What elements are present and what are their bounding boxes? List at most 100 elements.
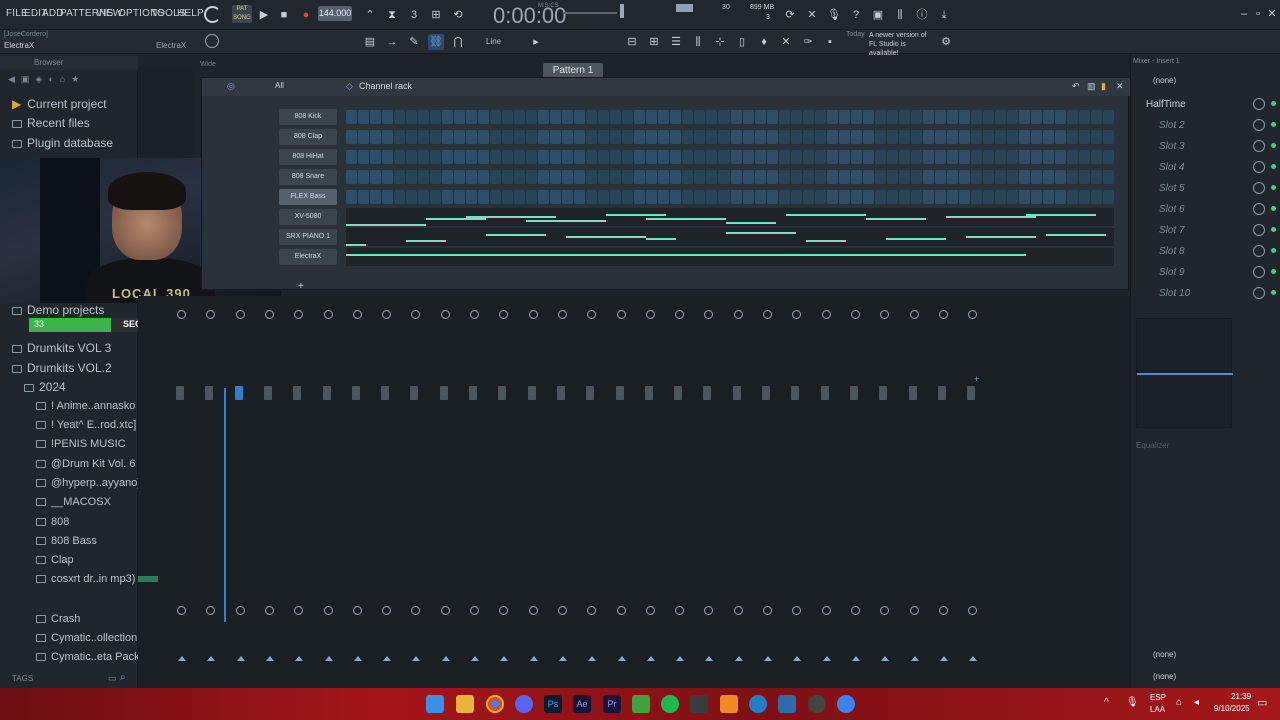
step-pad[interactable] (1006, 130, 1018, 144)
step-pad[interactable] (1090, 110, 1102, 124)
step-pad[interactable] (1018, 170, 1030, 184)
step-pad[interactable] (694, 190, 706, 204)
step-pad[interactable] (598, 150, 610, 164)
fader-handle[interactable] (937, 386, 946, 400)
fader-handle[interactable] (410, 386, 419, 400)
step-pad[interactable] (826, 150, 838, 164)
step-pad[interactable] (550, 150, 562, 164)
step-pad[interactable] (814, 150, 826, 164)
route-arrow[interactable] (207, 656, 216, 661)
step-pad[interactable] (910, 110, 922, 124)
network-icon[interactable]: ⌂ (1176, 697, 1182, 708)
browser-item[interactable]: Cymatic..eta Pack (36, 651, 140, 669)
step-pad[interactable] (766, 190, 778, 204)
step-pad[interactable] (790, 190, 802, 204)
send-knob[interactable] (264, 606, 274, 615)
step-pad[interactable] (430, 110, 442, 124)
pan-knob[interactable] (235, 310, 245, 319)
step-pad[interactable] (454, 130, 466, 144)
step-pad[interactable] (898, 130, 910, 144)
step-pad[interactable] (466, 110, 478, 124)
step-pad[interactable] (574, 150, 586, 164)
step-pad[interactable] (754, 150, 766, 164)
route-arrow[interactable] (412, 656, 421, 661)
rack-filter[interactable]: All (275, 81, 284, 90)
step-pad[interactable] (1042, 170, 1054, 184)
browser-item[interactable]: 808 (36, 516, 69, 534)
pan-knob[interactable] (264, 310, 274, 319)
step-pad[interactable] (790, 150, 802, 164)
step-pad[interactable] (442, 110, 454, 124)
step-pad[interactable] (550, 110, 562, 124)
step-pad[interactable] (490, 130, 502, 144)
step-pad[interactable] (838, 150, 850, 164)
step-pad[interactable] (454, 170, 466, 184)
discord-icon[interactable] (515, 695, 533, 713)
step-pad[interactable] (574, 130, 586, 144)
notification-icon[interactable]: ▭ (1257, 696, 1267, 709)
step-pad[interactable] (982, 150, 994, 164)
step-pad[interactable] (466, 190, 478, 204)
step-pad[interactable] (490, 190, 502, 204)
step-pad[interactable] (538, 190, 550, 204)
step-pad[interactable] (1006, 150, 1018, 164)
step-pad[interactable] (454, 150, 466, 164)
step-pad[interactable] (694, 150, 706, 164)
step-pad[interactable] (922, 130, 934, 144)
step-pad[interactable] (586, 110, 598, 124)
effect-slot[interactable]: Slot 7 (1131, 220, 1280, 240)
tray-chevron-icon[interactable]: ^ (1104, 697, 1109, 708)
step-pad[interactable] (430, 130, 442, 144)
step-pad[interactable] (406, 170, 418, 184)
news-text[interactable]: A newer version of FL Studio is availabl… (869, 31, 933, 58)
step-pad[interactable] (1078, 130, 1090, 144)
step-pad[interactable] (670, 170, 682, 184)
step-pad[interactable] (886, 130, 898, 144)
step-pad[interactable] (454, 190, 466, 204)
step-pad[interactable] (574, 170, 586, 184)
step-pad[interactable] (1030, 110, 1042, 124)
route-arrow[interactable] (529, 656, 538, 661)
browser-item[interactable]: ! Anime..annasko (36, 400, 135, 418)
step-pad[interactable] (982, 110, 994, 124)
step-pad[interactable] (442, 170, 454, 184)
route-arrow[interactable] (265, 656, 274, 661)
step-pad[interactable] (634, 150, 646, 164)
step-pad[interactable] (490, 110, 502, 124)
step-pad[interactable] (1090, 150, 1102, 164)
send-knob[interactable] (587, 606, 597, 615)
effect-slot[interactable]: HalfTime (1131, 94, 1280, 114)
route-arrow[interactable] (910, 656, 919, 661)
step-pad[interactable] (418, 110, 430, 124)
step-pad[interactable] (1054, 170, 1066, 184)
step-pad[interactable] (754, 190, 766, 204)
magnet-icon[interactable]: ⋂ (450, 34, 466, 50)
step-pad[interactable] (586, 150, 598, 164)
step-pad[interactable] (646, 170, 658, 184)
start-icon[interactable] (426, 695, 444, 713)
browser-item[interactable]: Crash (36, 613, 80, 631)
step-pad[interactable] (934, 110, 946, 124)
step-pad[interactable] (862, 170, 874, 184)
step-pad[interactable] (394, 110, 406, 124)
step-pad[interactable] (562, 130, 574, 144)
step-pad[interactable] (874, 130, 886, 144)
send-knob[interactable] (528, 606, 538, 615)
step-pad[interactable] (850, 110, 862, 124)
step-pad[interactable] (874, 150, 886, 164)
plugin-icon[interactable]: ♦ (756, 34, 772, 50)
update-icon[interactable]: ⚙ (938, 34, 954, 50)
step-pad[interactable] (646, 130, 658, 144)
browser-item[interactable]: ! Yeat^ E..rod.xtc] (36, 419, 136, 437)
step-row[interactable] (346, 110, 1114, 124)
step-pad[interactable] (538, 150, 550, 164)
step-pad[interactable] (934, 130, 946, 144)
browser-item[interactable]: Plugin database (12, 136, 113, 154)
step-pad[interactable] (586, 190, 598, 204)
step-pad[interactable] (1018, 150, 1030, 164)
step-pad[interactable] (934, 190, 946, 204)
step-pad[interactable] (886, 150, 898, 164)
step-pad[interactable] (778, 170, 790, 184)
step-pad[interactable] (382, 130, 394, 144)
step-pad[interactable] (958, 130, 970, 144)
